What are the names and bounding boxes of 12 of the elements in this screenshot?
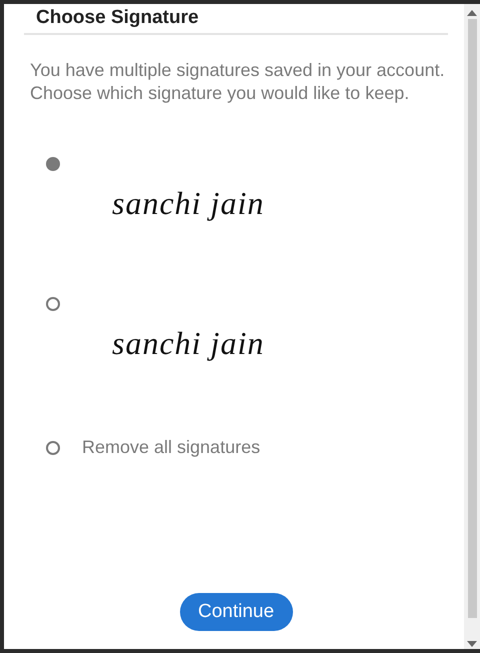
scroll-down-icon[interactable]: [467, 641, 477, 647]
signature[interactable]: sanchi jain: [112, 325, 448, 362]
radio-button[interactable]: [46, 157, 60, 171]
dialog-title: Choose Signature: [35, 6, 200, 29]
signature[interactable]: sanchi jain: [112, 185, 448, 222]
radio-button[interactable]: [46, 297, 60, 311]
continue-button[interactable]: Continue: [180, 593, 292, 631]
scroll-up-icon[interactable]: [467, 10, 477, 16]
dialog-message: You have multiple signatures saved in your account. Choose which signature you would like to keep.: [30, 59, 446, 105]
radio-button[interactable]: [46, 440, 60, 454]
scrollbar[interactable]: [464, 4, 480, 649]
option-label[interactable]: Remove all signatures: [82, 437, 260, 458]
